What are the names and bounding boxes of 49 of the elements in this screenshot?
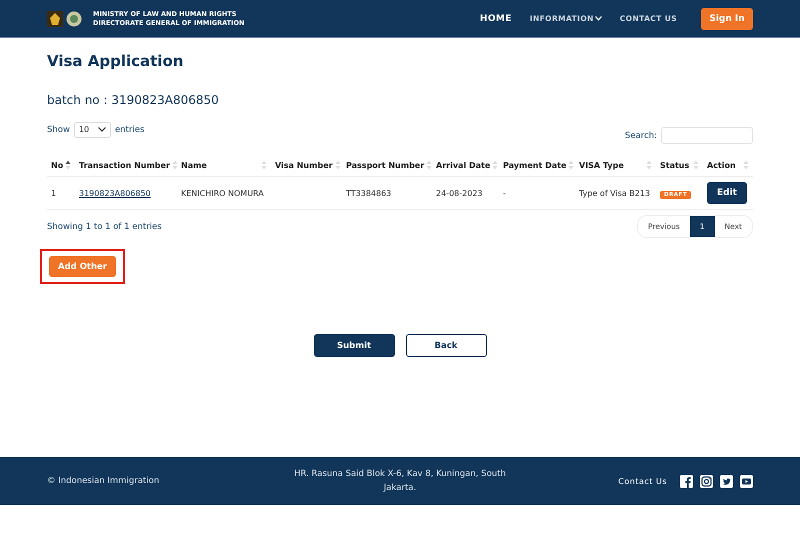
column-header[interactable]: Transaction Number [75, 154, 177, 176]
sort-icon [334, 160, 341, 170]
sort-icon [492, 160, 498, 170]
column-header[interactable]: VISA Type [575, 154, 656, 176]
column-header[interactable]: Action [703, 154, 753, 176]
table-cell: TT3384863 [342, 176, 432, 210]
table-cell: 1 [47, 176, 75, 210]
nav-link[interactable]: HOME [480, 14, 512, 24]
column-header[interactable]: No [47, 154, 75, 176]
address-text: HR. Rasuna Said Blok X-6, Kav 8, Kuningan, South Jakarta. [293, 468, 507, 495]
search-label: Search: [624, 130, 657, 140]
column-header[interactable]: Status [656, 154, 703, 176]
column-header[interactable]: Arrival Date [432, 154, 499, 176]
column-header[interactable]: Passport Number [342, 154, 432, 176]
table-info: Showing 1 to 1 of 1 entries [47, 222, 162, 232]
play-icon[interactable] [740, 474, 753, 488]
length-label: Show [47, 124, 70, 134]
sort-icon [646, 160, 652, 170]
column-header[interactable]: Payment Date [499, 154, 575, 176]
facebook-icon[interactable] [680, 474, 693, 488]
sort-icon [261, 160, 267, 170]
sort-icon [693, 160, 699, 170]
table-cell: 24-08-2023 [432, 176, 499, 210]
length-label: entries [114, 124, 144, 134]
contact-link[interactable]: Contact Us [618, 476, 667, 486]
edit-button[interactable]: Edit [707, 182, 747, 204]
table-cell: KENICHIRO NOMURA [177, 176, 271, 210]
copyright-text: © Indonesian Immigration [47, 476, 160, 486]
sort-icon [743, 160, 749, 170]
emblem-icon [47, 10, 83, 26]
caret-icon [98, 127, 106, 132]
sort-icon [65, 160, 72, 170]
sort-icon [426, 160, 432, 170]
table-cell: - [499, 176, 575, 210]
instagram-icon[interactable] [700, 474, 713, 488]
entries-select[interactable]: 10 [74, 122, 111, 138]
column-header[interactable]: Name [177, 154, 271, 176]
batch-number: batch no : 3190823A806850 [47, 93, 220, 107]
sort-icon [568, 160, 574, 170]
column-header[interactable]: Visa Number [271, 154, 342, 176]
page-title: Visa Application [47, 52, 184, 70]
bird-icon[interactable] [720, 474, 733, 488]
back-button[interactable]: Back [406, 334, 486, 357]
caret-icon [594, 16, 602, 21]
submit-button[interactable]: Submit [314, 334, 394, 357]
search-field[interactable] [661, 127, 753, 144]
transaction-link[interactable]: 3190823A806850 [79, 188, 151, 198]
table-cell: Type of Visa B213 [575, 176, 656, 210]
sort-icon [172, 160, 178, 170]
